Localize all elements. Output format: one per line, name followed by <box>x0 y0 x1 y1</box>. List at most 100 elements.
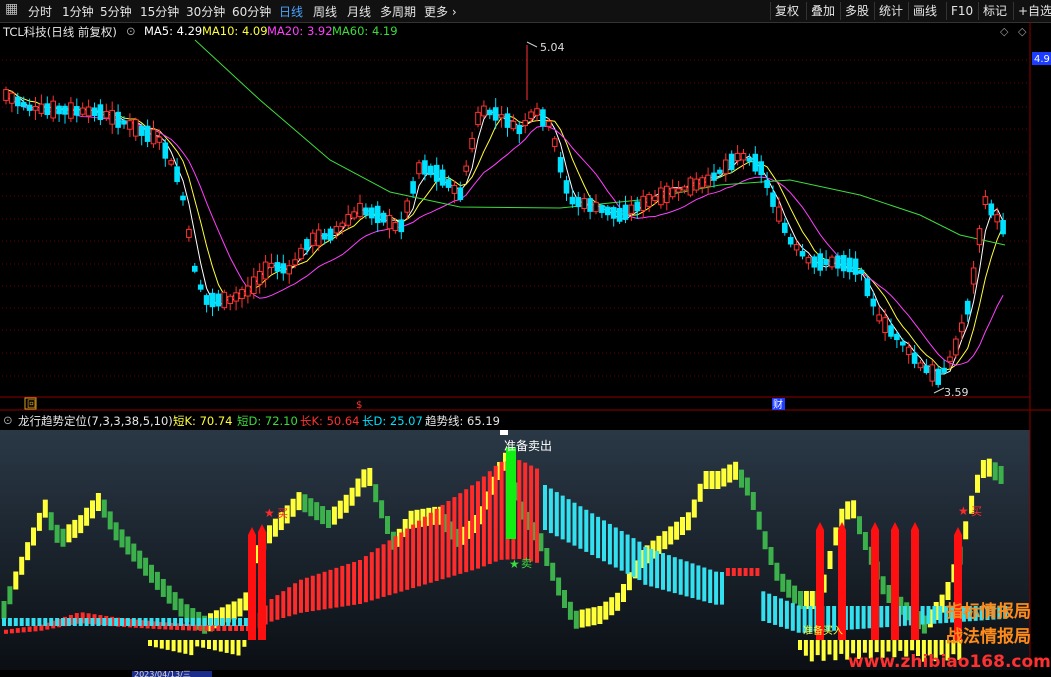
long-d-bar <box>173 618 178 626</box>
long-d-bar <box>578 506 583 549</box>
bottom-bar <box>189 640 194 656</box>
long-d-bar <box>790 603 795 631</box>
buy-star-icon: ★ <box>264 506 275 520</box>
short-k-bar <box>786 579 792 598</box>
short-k-bar <box>857 516 862 535</box>
candle-body <box>481 105 487 117</box>
low-arrow <box>933 387 945 394</box>
buy-label: 买 <box>277 507 288 520</box>
bottom-bar <box>236 640 241 656</box>
long-k-bar <box>755 568 760 576</box>
short-k-bar <box>609 597 615 616</box>
short-k-bar <box>119 529 125 548</box>
short-k-bar <box>685 512 691 531</box>
candle-body <box>339 222 346 227</box>
candle-body <box>563 180 570 194</box>
candle-body <box>127 120 133 130</box>
short-k-bar <box>709 471 715 489</box>
candle-body <box>304 239 310 251</box>
long-d-bar <box>861 606 866 629</box>
candle-body <box>746 157 753 162</box>
short-k-bar <box>296 492 302 511</box>
bottom-bar <box>201 640 206 648</box>
long-d-bar <box>137 618 142 626</box>
candle-body <box>605 206 611 216</box>
short-k-bar <box>7 586 13 605</box>
long-d-label: 长D: 25.07 <box>362 414 423 428</box>
long-d-bar <box>7 618 12 626</box>
kline-chart[interactable]: 4.9 5.043.59回 $ 财 准备卖出卖★★ 买 ★ 买准备买入指标情报局战法情报局… <box>0 0 1051 677</box>
candle-body <box>180 195 186 201</box>
short-k-bar <box>986 458 992 477</box>
candle-body <box>846 257 853 273</box>
long-k-bar <box>328 569 333 609</box>
long-k-bar <box>458 493 463 574</box>
sell-signal-bar <box>506 447 516 539</box>
indicator-chevron-icon[interactable]: ⊙ <box>3 413 13 427</box>
candle-body <box>728 153 735 171</box>
long-d-bar <box>572 502 577 546</box>
bottom-bar <box>153 640 158 648</box>
candle-body <box>522 120 529 127</box>
candle-body <box>923 365 930 374</box>
short-k-bar <box>733 461 739 480</box>
candle-body <box>357 202 363 218</box>
candle-body <box>599 204 605 213</box>
short-k-bar <box>597 606 603 625</box>
bottom-bar <box>165 640 170 650</box>
short-k-bar <box>337 500 343 519</box>
candle-body <box>56 105 62 115</box>
candle-body <box>628 204 635 215</box>
candle-body <box>15 96 21 107</box>
dividend-marker: $ <box>356 400 362 411</box>
long-k-bar <box>304 577 309 612</box>
short-k-bar <box>243 592 249 611</box>
short-k-bar <box>19 556 25 575</box>
long-k-bar <box>487 471 492 565</box>
candle-body <box>534 108 540 116</box>
candle-body <box>321 233 328 240</box>
short-k-bar <box>756 511 762 530</box>
long-k-bar <box>9 628 14 634</box>
candle-body <box>988 203 995 216</box>
long-k-bar <box>476 481 480 569</box>
long-d-bar <box>714 571 719 605</box>
short-k-bar <box>66 524 72 543</box>
short-k-bar <box>231 601 237 620</box>
indicator-title[interactable]: 龙行趋势定位(7,3,3,38,5,10) <box>18 413 173 429</box>
candle-body <box>723 159 729 175</box>
short-k-bar <box>290 498 296 517</box>
long-k-bar <box>281 591 286 619</box>
bottom-bar <box>886 640 891 652</box>
buy-signal-bar <box>258 532 266 640</box>
long-k-bar <box>535 468 539 563</box>
candle-body <box>852 258 859 275</box>
candle-body <box>174 166 180 183</box>
long-d-bar <box>779 598 783 627</box>
candle-body <box>929 364 936 382</box>
short-k-bar <box>326 510 331 528</box>
long-d-bar <box>102 618 107 626</box>
long-k-bar <box>517 460 522 560</box>
long-d-bar <box>167 618 172 626</box>
candle-body <box>681 186 688 191</box>
short-k-bar <box>314 502 320 521</box>
long-d-bar <box>90 618 95 626</box>
candle-body <box>274 262 281 272</box>
marker-box-text: 回 <box>27 399 36 410</box>
candle-body <box>428 165 434 176</box>
long-d-bar <box>932 606 937 624</box>
ma60-line <box>194 39 1006 246</box>
short-k-bar <box>113 522 119 541</box>
candle-body <box>121 120 127 125</box>
long-d-bar <box>19 618 24 626</box>
candle-body <box>162 142 169 159</box>
short-k-bar <box>603 601 609 620</box>
candle-body <box>504 113 511 128</box>
candle-body <box>168 160 174 165</box>
long-k-bar <box>749 568 754 576</box>
long-k-bar <box>523 462 528 561</box>
high-label: 5.04 <box>540 41 565 54</box>
candle-body <box>864 278 871 297</box>
long-d-bar <box>678 559 683 595</box>
